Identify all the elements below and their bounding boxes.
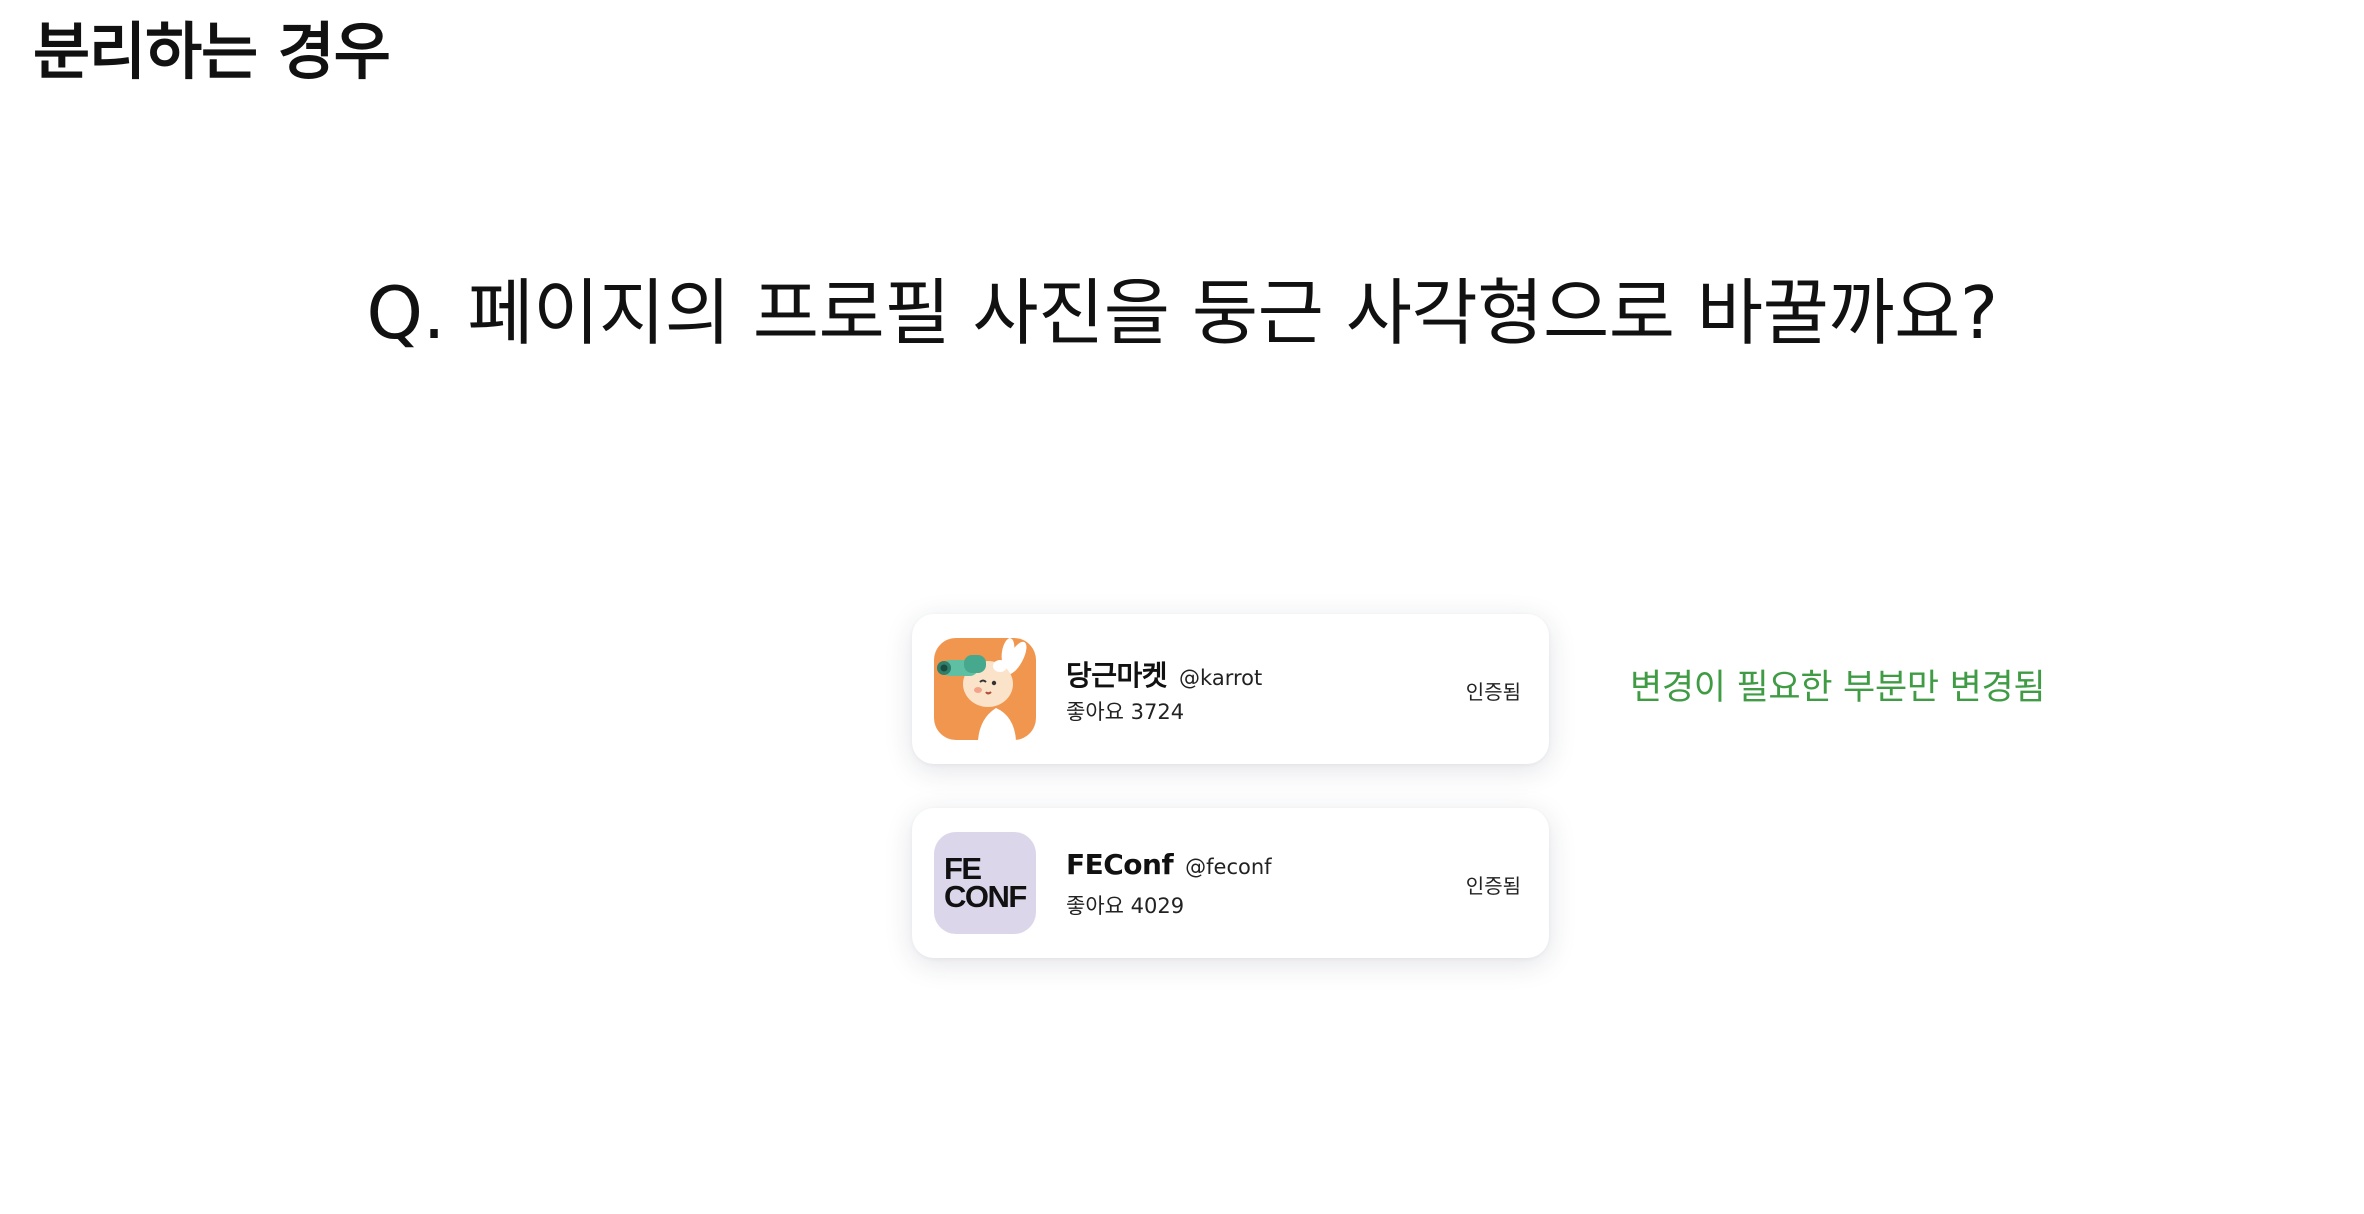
- card-name-row: 당근마켓 @karrot: [1066, 654, 1262, 694]
- change-annotation: 변경이 필요한 부분만 변경됨: [1630, 668, 2046, 708]
- question-text: Q. 페이지의 프로필 사진을 둥근 사각형으로 바꿀까요?: [366, 271, 1998, 355]
- slide-title: 분리하는 경우: [33, 15, 391, 88]
- karrot-bunny-illustration: [937, 638, 1027, 740]
- card-name-row: FEConf @feconf: [1066, 848, 1272, 881]
- verified-badge: 인증됨: [1465, 874, 1521, 898]
- card-likes: 좋아요 4029: [1066, 894, 1185, 918]
- card-name: 당근마켓: [1066, 659, 1168, 692]
- card-handle[interactable]: @karrot: [1179, 666, 1262, 690]
- profile-card-karrot[interactable]: 당근마켓 @karrot 좋아요 3724 인증됨: [912, 614, 1549, 764]
- card-handle[interactable]: @feconf: [1185, 855, 1271, 879]
- slide: 분리하는 경우 Q. 페이지의 프로필 사진을 둥근 사각형으로 바꿀까요? 당…: [0, 0, 2364, 1214]
- verified-badge: 인증됨: [1465, 680, 1521, 704]
- card-name: FEConf: [1066, 848, 1174, 881]
- feconf-logo-icon: FE CONF: [934, 832, 1036, 934]
- card-likes: 좋아요 3724: [1066, 700, 1185, 724]
- karrot-bunny-logo-icon: [934, 638, 1036, 740]
- feconf-logo-line-2: CONF: [944, 879, 1027, 914]
- profile-card-feconf[interactable]: FE CONF FEConf @feconf 좋아요 4029 인증됨: [912, 808, 1549, 958]
